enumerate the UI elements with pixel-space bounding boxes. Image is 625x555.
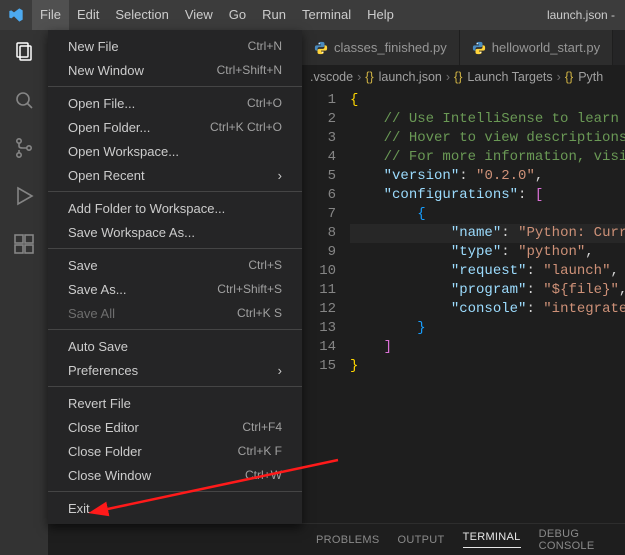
menu-item-open-workspace[interactable]: Open Workspace...: [48, 139, 302, 163]
menu-go[interactable]: Go: [221, 0, 254, 30]
braces-icon: {}: [365, 70, 373, 84]
menu-edit[interactable]: Edit: [69, 0, 107, 30]
menu-file[interactable]: File: [32, 0, 69, 30]
shortcut-label: Ctrl+Shift+S: [217, 282, 282, 296]
menu-item-open-file[interactable]: Open File...Ctrl+O: [48, 91, 302, 115]
menu-item-save-all: Save AllCtrl+K S: [48, 301, 302, 325]
title-bar: FileEditSelectionViewGoRunTerminalHelp l…: [0, 0, 625, 30]
activity-bar: [0, 30, 48, 555]
menu-selection[interactable]: Selection: [107, 0, 176, 30]
chevron-right-icon: ›: [357, 70, 361, 84]
code-line[interactable]: }: [350, 319, 625, 338]
python-icon: [472, 41, 486, 55]
code-line[interactable]: "request": "launch",: [350, 262, 625, 281]
braces-icon: {}: [565, 70, 573, 84]
bottom-panel-tabs: PROBLEMS OUTPUT TERMINAL DEBUG CONSOLE: [302, 523, 625, 555]
editor-tab[interactable]: helloworld_start.py: [460, 30, 613, 65]
panel-tab-problems[interactable]: PROBLEMS: [316, 534, 380, 546]
file-menu-dropdown: New FileCtrl+NNew WindowCtrl+Shift+N Open…: [48, 30, 302, 524]
menu-item-new-file[interactable]: New FileCtrl+N: [48, 34, 302, 58]
code-line[interactable]: "version": "0.2.0",: [350, 167, 625, 186]
source-control-icon[interactable]: [10, 134, 38, 162]
menu-item-save-workspace-as[interactable]: Save Workspace As...: [48, 220, 302, 244]
code-body[interactable]: { // Use IntelliSense to learn // Hover …: [350, 89, 625, 523]
breadcrumb-segment[interactable]: Pyth: [578, 70, 603, 84]
code-line[interactable]: ]: [350, 338, 625, 357]
menu-item-new-window[interactable]: New WindowCtrl+Shift+N: [48, 58, 302, 82]
panel-tab-debug-console[interactable]: DEBUG CONSOLE: [539, 528, 625, 552]
shortcut-label: Ctrl+S: [248, 258, 282, 272]
menu-item-save[interactable]: SaveCtrl+S: [48, 253, 302, 277]
shortcut-label: Ctrl+K S: [237, 306, 282, 320]
breadcrumb[interactable]: .vscode › {} launch.json › {} Launch Targets › {…: [302, 65, 625, 89]
code-line[interactable]: "console": "integrate: [350, 300, 625, 319]
menu-help[interactable]: Help: [359, 0, 402, 30]
menu-item-open-folder[interactable]: Open Folder...Ctrl+K Ctrl+O: [48, 115, 302, 139]
chevron-right-icon: ›: [557, 70, 561, 84]
tab-label: helloworld_start.py: [492, 40, 600, 55]
menu-separator: [48, 491, 302, 492]
code-line[interactable]: }: [350, 357, 625, 376]
code-line[interactable]: "name": "Python: Curr: [350, 224, 625, 243]
vscode-logo-icon: [8, 7, 24, 23]
shortcut-label: Ctrl+F4: [242, 420, 282, 434]
menu-item-close-folder[interactable]: Close FolderCtrl+K F: [48, 439, 302, 463]
run-debug-icon[interactable]: [10, 182, 38, 210]
breadcrumb-segment[interactable]: .vscode: [310, 70, 353, 84]
menu-separator: [48, 86, 302, 87]
editor-tab[interactable]: classes_finished.py: [302, 30, 460, 65]
breadcrumb-segment[interactable]: launch.json: [379, 70, 442, 84]
menu-item-save-as[interactable]: Save As...Ctrl+Shift+S: [48, 277, 302, 301]
code-line[interactable]: {: [350, 205, 625, 224]
menu-separator: [48, 191, 302, 192]
menu-item-add-folder-to-workspace[interactable]: Add Folder to Workspace...: [48, 196, 302, 220]
menu-item-revert-file[interactable]: Revert File: [48, 391, 302, 415]
panel-tab-terminal[interactable]: TERMINAL: [463, 531, 521, 548]
shortcut-label: Ctrl+Shift+N: [217, 63, 282, 77]
menu-view[interactable]: View: [177, 0, 221, 30]
code-editor[interactable]: 123456789101112131415 { // Use IntelliSe…: [302, 89, 625, 523]
menu-terminal[interactable]: Terminal: [294, 0, 359, 30]
code-line[interactable]: // Use IntelliSense to learn: [350, 110, 625, 129]
chevron-right-icon: ›: [446, 70, 450, 84]
shortcut-label: Ctrl+W: [245, 468, 282, 482]
menu-item-open-recent[interactable]: Open Recent›: [48, 163, 302, 187]
shortcut-label: Ctrl+K Ctrl+O: [210, 120, 282, 134]
code-line[interactable]: // For more information, visi: [350, 148, 625, 167]
explorer-icon[interactable]: [10, 38, 38, 66]
menu-item-close-window[interactable]: Close WindowCtrl+W: [48, 463, 302, 487]
chevron-right-icon: ›: [278, 363, 282, 378]
code-line[interactable]: "program": "${file}",: [350, 281, 625, 300]
menu-item-close-editor[interactable]: Close EditorCtrl+F4: [48, 415, 302, 439]
code-line[interactable]: {: [350, 91, 625, 110]
shortcut-label: Ctrl+O: [247, 96, 282, 110]
menu-item-exit[interactable]: Exit: [48, 496, 302, 520]
braces-icon: {}: [454, 70, 462, 84]
code-line[interactable]: "type": "python",: [350, 243, 625, 262]
breadcrumb-segment[interactable]: Launch Targets: [467, 70, 552, 84]
line-gutter: 123456789101112131415: [302, 89, 350, 523]
search-icon[interactable]: [10, 86, 38, 114]
shortcut-label: Ctrl+K F: [238, 444, 282, 458]
tab-label: classes_finished.py: [334, 40, 447, 55]
code-line[interactable]: // Hover to view descriptions: [350, 129, 625, 148]
chevron-right-icon: ›: [278, 168, 282, 183]
menu-item-auto-save[interactable]: Auto Save: [48, 334, 302, 358]
menu-separator: [48, 386, 302, 387]
editor-tabs: classes_finished.py helloworld_start.py: [302, 30, 625, 65]
editor-area: classes_finished.py helloworld_start.py .…: [302, 30, 625, 555]
menu-run[interactable]: Run: [254, 0, 294, 30]
extensions-icon[interactable]: [10, 230, 38, 258]
menu-separator: [48, 329, 302, 330]
menu-item-preferences[interactable]: Preferences›: [48, 358, 302, 382]
shortcut-label: Ctrl+N: [248, 39, 282, 53]
window-title: launch.json -: [547, 0, 615, 30]
menu-bar: FileEditSelectionViewGoRunTerminalHelp: [32, 0, 402, 30]
code-line[interactable]: "configurations": [: [350, 186, 625, 205]
menu-separator: [48, 248, 302, 249]
panel-tab-output[interactable]: OUTPUT: [398, 534, 445, 546]
python-icon: [314, 41, 328, 55]
